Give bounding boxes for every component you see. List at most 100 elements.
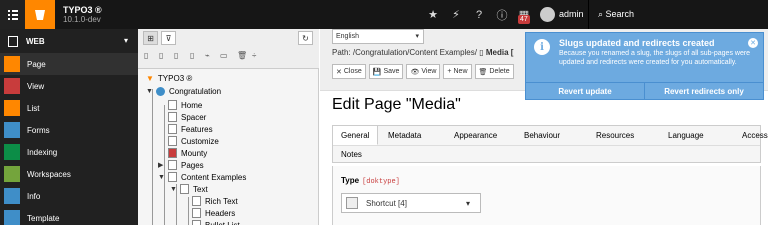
delete-button[interactable]: 🗑 Delete — [474, 64, 514, 79]
flash-message-text: Because you renamed a slug, the slugs of… — [559, 50, 751, 66]
module-item-label: List — [27, 103, 40, 113]
module-menu: WEB ▾ Page View List Forms Indexing Workspace… — [0, 29, 138, 225]
tab-metadata[interactable]: Metadata — [380, 126, 429, 145]
tab-general[interactable]: General — [333, 126, 379, 145]
tree-node[interactable]: ▼ Content Examples — [158, 172, 246, 182]
info-module-icon — [4, 188, 20, 204]
page-advanced-icon[interactable]: ▯ — [159, 51, 163, 60]
tree-node[interactable]: Headers — [182, 208, 235, 218]
module-item-label: Forms — [27, 125, 50, 135]
tree-node[interactable]: ▼ Text — [170, 184, 208, 194]
divider-icon[interactable]: ÷ — [252, 51, 256, 60]
tree-node[interactable]: Spacer — [158, 112, 206, 122]
new-icon: + — [447, 68, 452, 75]
refresh-button[interactable]: ↻ — [298, 31, 313, 45]
document-icon — [8, 35, 18, 47]
chevron-down-icon: ▾ — [415, 33, 419, 40]
tab-notes[interactable]: Notes — [333, 145, 370, 164]
workspaces-module-icon — [4, 166, 20, 182]
revert-update-button[interactable]: Revert update — [526, 83, 644, 100]
page-icon: ▯ — [479, 48, 486, 57]
tree-node[interactable]: Rich Text — [182, 196, 238, 206]
folder-icon[interactable]: ▭ — [220, 51, 228, 60]
search-toggle[interactable]: ⌕ Search — [598, 9, 634, 20]
tree-node[interactable]: Features — [158, 124, 213, 134]
new-button[interactable]: + New — [443, 64, 472, 79]
page-icon — [192, 220, 201, 225]
close-label: Close — [343, 68, 362, 75]
revert-redirects-button[interactable]: Revert redirects only — [644, 83, 763, 100]
field-label: Type [doktype] — [341, 176, 400, 186]
module-item-forms[interactable]: Forms — [0, 119, 138, 141]
tree-node[interactable]: ▶ Pages — [158, 160, 204, 170]
tab-language[interactable]: Language — [660, 126, 712, 145]
module-item-workspaces[interactable]: Workspaces — [0, 163, 138, 185]
close-icon[interactable]: ✕ — [748, 38, 758, 48]
search-icon: ⌕ — [598, 9, 606, 19]
module-item-label: Indexing — [27, 147, 58, 157]
tab-appearance[interactable]: Appearance — [446, 126, 505, 145]
module-item-page[interactable]: Page — [0, 53, 138, 75]
view-button[interactable]: 👁 View — [406, 64, 441, 79]
info-icon: i — [534, 39, 550, 55]
module-item-template[interactable]: Template — [0, 207, 138, 225]
page-icon — [192, 196, 201, 206]
link-icon[interactable]: ⌁ — [205, 51, 210, 60]
help-icon[interactable]: ? — [469, 0, 489, 29]
module-item-info[interactable]: Info — [0, 185, 138, 207]
tree-site[interactable]: ▼ Congratulation — [146, 87, 221, 96]
typo3-icon: ▼ — [146, 74, 154, 83]
page-icon — [168, 112, 177, 122]
forms-module-icon — [4, 122, 20, 138]
tree-node-label: Content Examples — [181, 172, 247, 182]
trash-icon[interactable]: 🗑 — [237, 51, 247, 60]
collapse-icon[interactable]: ▼ — [170, 186, 178, 193]
collapse-icon: ▼ — [146, 88, 153, 95]
tree-root-label: TYPO3 ® — [157, 74, 193, 83]
module-item-list[interactable]: List — [0, 97, 138, 119]
delete-label: Delete — [489, 68, 510, 75]
avatar[interactable] — [540, 7, 555, 22]
filter-button[interactable]: ⊽ — [161, 31, 176, 45]
tree-toolbar: ⊞ ⊽ ↻ ▯ ▯ ▯ ▯ ⌁ ▭ 🗑 ÷ — [138, 29, 319, 69]
tree-node[interactable]: Customize — [158, 136, 219, 146]
bookmark-star-icon[interactable]: ★ — [423, 0, 443, 29]
search-label: Search — [605, 9, 635, 19]
page-tree: ⊞ ⊽ ↻ ▯ ▯ ▯ ▯ ⌁ ▭ 🗑 ÷ ▼ TYPO3 ® ▼ Congra… — [138, 29, 319, 225]
page-icon — [168, 160, 177, 170]
typo3-logo[interactable] — [25, 0, 55, 29]
module-item-label: Info — [27, 191, 41, 201]
system-info-icon[interactable]: ⓘ — [492, 0, 512, 29]
module-item-view[interactable]: View — [0, 75, 138, 97]
collapse-icon[interactable]: ▼ — [158, 174, 166, 181]
tab-resources[interactable]: Resources — [588, 126, 642, 145]
path-current: Media [ — [485, 48, 514, 57]
tree-node-label: Spacer — [181, 112, 207, 122]
page-mountpoint-icon[interactable]: ▯ — [190, 51, 194, 60]
tree-node[interactable]: Bullet List — [182, 220, 240, 225]
module-group-label: WEB — [26, 36, 45, 46]
module-item-indexing[interactable]: Indexing — [0, 141, 138, 163]
close-button[interactable]: ✕ Close — [332, 64, 366, 79]
tree-node[interactable]: Mounty — [158, 148, 207, 158]
typo3-logo-icon — [35, 9, 45, 20]
list-module-icon — [4, 100, 20, 116]
flash-icon[interactable]: ⚡ — [446, 0, 466, 29]
tree-node-label: Text — [193, 184, 208, 194]
expand-icon[interactable]: ▶ — [158, 161, 166, 169]
tree-node-label: Rich Text — [205, 196, 238, 206]
doktype-select[interactable]: Shortcut [4] ▾ — [341, 193, 481, 213]
page-shortcut-icon[interactable]: ▯ — [174, 51, 178, 60]
save-button[interactable]: 💾 Save — [368, 64, 404, 79]
username[interactable]: admin — [559, 9, 584, 19]
tree-node-label: Bullet List — [205, 220, 240, 226]
page-icon[interactable]: ▯ — [144, 51, 148, 60]
module-group-web[interactable]: WEB ▾ — [0, 29, 138, 53]
module-menu-toggle[interactable] — [0, 0, 25, 29]
tree-node[interactable]: Home — [158, 100, 202, 110]
new-page-toggle-button[interactable]: ⊞ — [143, 31, 158, 45]
language-select[interactable]: English ▾ — [332, 29, 424, 44]
tab-access[interactable]: Access — [734, 126, 768, 145]
tab-behaviour[interactable]: Behaviour — [516, 126, 568, 145]
tree-root[interactable]: ▼ TYPO3 ® — [146, 74, 192, 83]
